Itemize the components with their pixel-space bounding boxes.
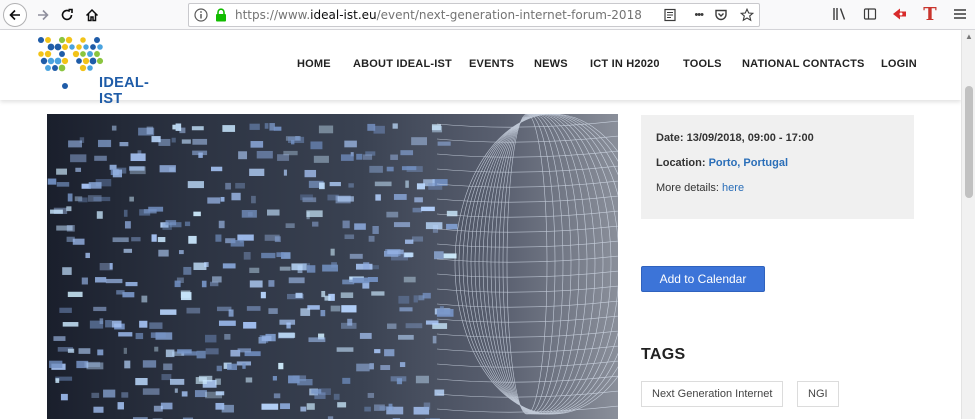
info-icon[interactable] xyxy=(193,7,209,23)
main-navigation: HOME ABOUT IDEAL-IST EVENTS NEWS ICT IN … xyxy=(0,30,961,100)
tags-heading: TAGS xyxy=(641,346,686,363)
nav-login[interactable]: LOGIN xyxy=(881,58,917,70)
back-arrow-icon[interactable] xyxy=(3,3,27,27)
event-location: Location: Porto, Portugal xyxy=(656,157,789,169)
nav-home[interactable]: HOME xyxy=(297,58,331,70)
scroll-up-arrow-icon[interactable]: ▲ xyxy=(965,32,973,41)
library-icon[interactable] xyxy=(831,5,849,23)
browser-toolbar: https://www.ideal-ist.eu/event/next-gene… xyxy=(0,0,975,30)
url-text[interactable]: https://www.ideal-ist.eu/event/next-gene… xyxy=(235,8,642,22)
sidebar-icon[interactable] xyxy=(861,5,879,23)
nav-events[interactable]: EVENTS xyxy=(469,58,514,70)
home-icon[interactable] xyxy=(80,3,104,27)
hamburger-menu-icon[interactable] xyxy=(951,5,969,23)
translate-extension-icon[interactable]: T xyxy=(921,4,939,25)
nav-national-contacts[interactable]: NATIONAL CONTACTS xyxy=(742,58,865,70)
nav-news[interactable]: NEWS xyxy=(534,58,568,70)
more-details-link[interactable]: here xyxy=(722,182,744,194)
add-to-calendar-button[interactable]: Add to Calendar xyxy=(641,266,765,292)
address-bar[interactable]: https://www.ideal-ist.eu/event/next-gene… xyxy=(188,3,760,27)
pocket-icon[interactable] xyxy=(713,7,729,23)
bookmark-star-icon[interactable] xyxy=(739,7,755,23)
scrollbar-thumb[interactable] xyxy=(965,86,973,198)
location-link[interactable]: Porto, Portugal xyxy=(709,157,788,169)
event-date: Date: 13/09/2018, 09:00 - 17:00 xyxy=(656,132,814,144)
nav-tools[interactable]: TOOLS xyxy=(683,58,722,70)
event-hero-image xyxy=(47,114,618,419)
nav-about-ideal-ist[interactable]: ABOUT IDEAL-IST xyxy=(353,58,452,70)
site-header: IDEAL-IST HOME ABOUT IDEAL-IST EVENTS NE… xyxy=(0,30,961,107)
lock-icon[interactable] xyxy=(213,7,229,23)
page-actions-menu[interactable]: ••• xyxy=(694,7,704,23)
tag-ngi[interactable]: NGI xyxy=(797,381,839,407)
nav-ict-in-h2020[interactable]: ICT IN H2020 xyxy=(590,58,660,70)
event-more-details: More details: here xyxy=(656,182,745,194)
reload-icon[interactable] xyxy=(55,3,79,27)
event-info-box: Date: 13/09/2018, 09:00 - 17:00 Location… xyxy=(641,115,914,219)
reader-view-icon[interactable] xyxy=(662,7,678,23)
extension-icon[interactable] xyxy=(891,5,909,23)
tag-next-generation-internet[interactable]: Next Generation Internet xyxy=(641,381,784,407)
forward-arrow-icon[interactable] xyxy=(31,3,55,27)
page-scrollbar[interactable]: ▲ xyxy=(961,30,975,419)
